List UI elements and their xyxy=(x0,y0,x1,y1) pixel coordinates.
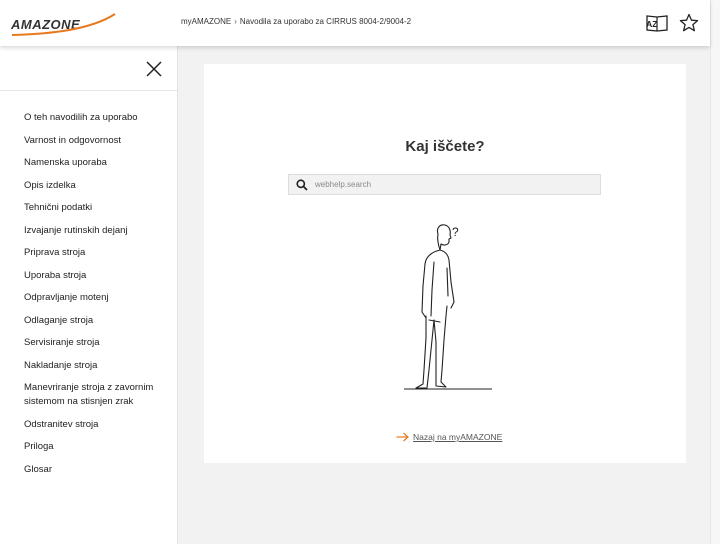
sidebar-item-routine-tasks[interactable]: Izvajanje rutinskih dejanj xyxy=(0,224,177,238)
back-link-label[interactable]: Nazaj na myAMAZONE xyxy=(413,432,502,442)
sidebar-item-troubleshooting[interactable]: Odpravljanje motenj xyxy=(0,291,177,305)
glossary-icon-label: AZ xyxy=(646,19,657,29)
sidebar-item-parking[interactable]: Odlaganje stroja xyxy=(0,314,177,328)
sidebar-item-maneuvering[interactable]: Manevriranje stroja z zavornim sistemom … xyxy=(0,381,177,409)
breadcrumb: myAMAZONE › Navodila za uporabo za CIRRUS … xyxy=(181,17,411,26)
sidebar-item-intended-use[interactable]: Namenska uporaba xyxy=(0,156,177,170)
sidebar-item-safety[interactable]: Varnost in odgovornost xyxy=(0,134,177,148)
back-to-myamazone-link[interactable]: Nazaj na myAMAZONE xyxy=(396,432,502,442)
sidebar-item-appendix[interactable]: Priloga xyxy=(0,440,177,454)
sidebar-item-technical-data[interactable]: Tehnični podatki xyxy=(0,201,177,215)
sidebar-top xyxy=(0,46,177,91)
glossary-book-icon[interactable]: AZ xyxy=(646,12,668,34)
sidebar-nav: O teh navodilih za uporabo Varnost in od… xyxy=(0,91,177,477)
arrow-right-icon xyxy=(396,432,409,442)
sidebar-item-loading[interactable]: Nakladanje stroja xyxy=(0,359,177,373)
page-title: Kaj iščete? xyxy=(405,138,485,155)
thinking-person-illustration: ? xyxy=(404,224,492,390)
breadcrumb-current: Navodila za uporabo za CIRRUS 8004-2/900… xyxy=(239,17,412,26)
search-panel: Kaj iščete? ? xyxy=(204,64,686,463)
sidebar-item-glossary[interactable]: Glosar xyxy=(0,463,177,477)
search-icon[interactable] xyxy=(289,175,315,194)
sidebar: O teh navodilih za uporabo Varnost in od… xyxy=(0,46,178,544)
search-input[interactable] xyxy=(315,175,585,194)
sidebar-item-servicing[interactable]: Servisiranje stroja xyxy=(0,336,177,350)
amazone-logo[interactable]: AMAZONE xyxy=(10,12,118,38)
search-bar[interactable] xyxy=(288,174,601,195)
question-mark: ? xyxy=(452,225,459,239)
sidebar-item-about[interactable]: O teh navodilih za uporabo xyxy=(0,111,177,125)
top-header: AMAZONE myAMAZONE › Navodila za uporabo za… xyxy=(0,0,710,46)
breadcrumb-separator: › xyxy=(234,17,237,26)
breadcrumb-home[interactable]: myAMAZONE xyxy=(181,17,231,26)
sidebar-item-machine-use[interactable]: Uporaba stroja xyxy=(0,269,177,283)
page-scrollbar[interactable] xyxy=(710,0,720,544)
close-icon[interactable] xyxy=(144,59,164,79)
sidebar-item-product-description[interactable]: Opis izdelka xyxy=(0,179,177,193)
sidebar-item-machine-preparation[interactable]: Priprava stroja xyxy=(0,246,177,260)
sidebar-item-disposal[interactable]: Odstranitev stroja xyxy=(0,418,177,432)
favorite-star-icon[interactable] xyxy=(678,12,700,34)
